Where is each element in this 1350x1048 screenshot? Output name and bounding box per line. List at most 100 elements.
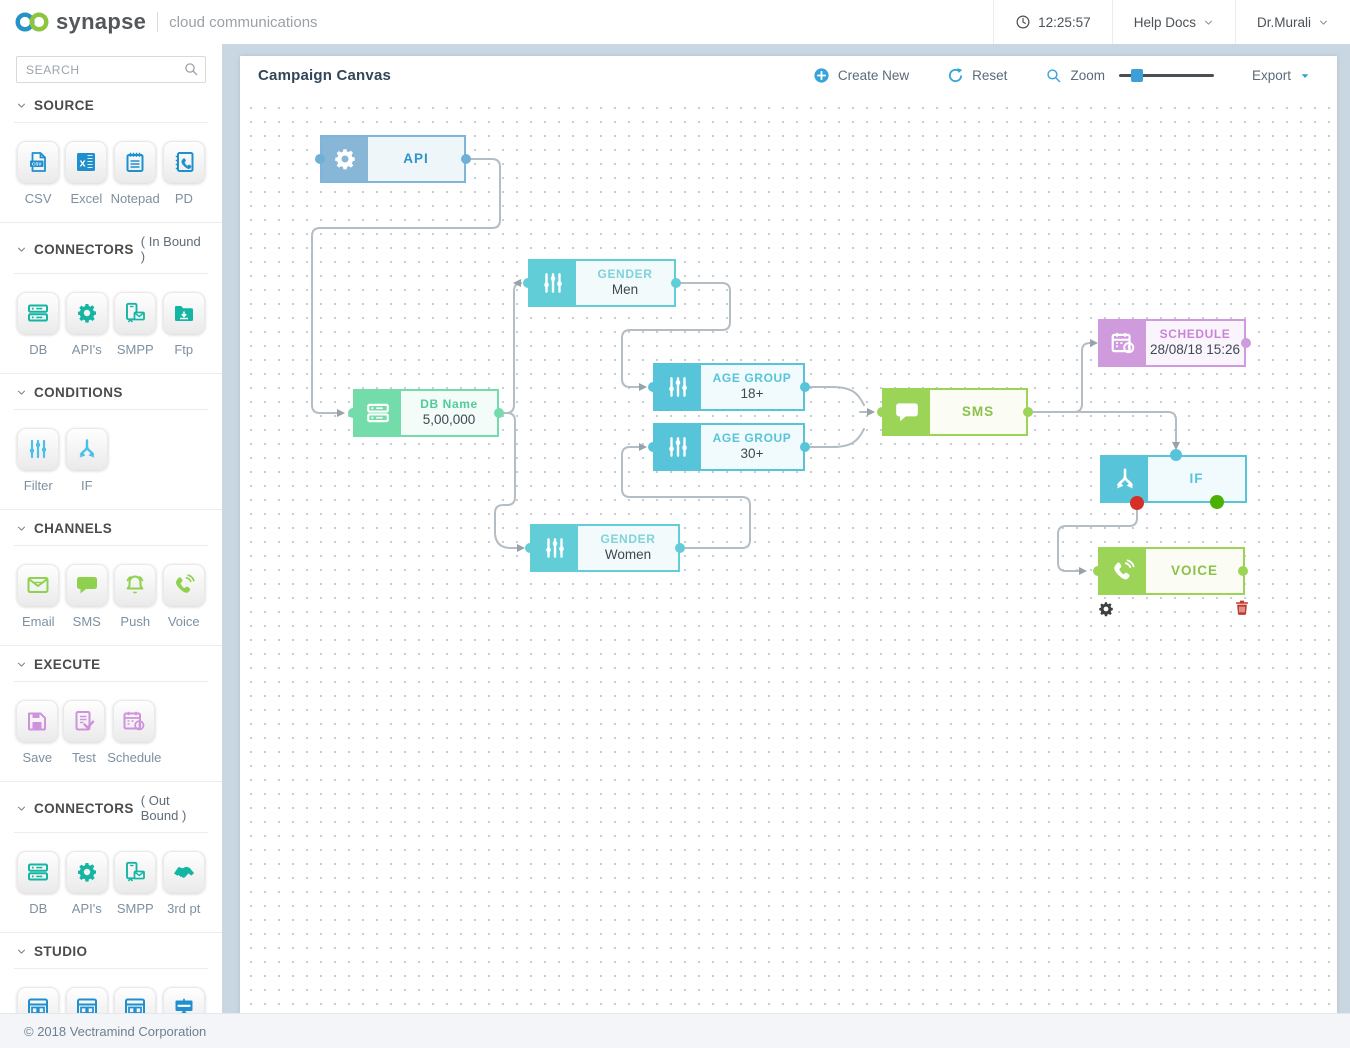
- palette-grid: DB API's SMPP Ftp: [14, 274, 208, 373]
- create-new-button[interactable]: Create New: [813, 67, 909, 84]
- palette-item-connectors-smpp[interactable]: SMPP: [111, 292, 160, 357]
- chevron-down-icon: [16, 244, 27, 255]
- palette-grid: FilterIF: [14, 410, 208, 509]
- connection-port[interactable]: [800, 442, 810, 452]
- palette-item-channels-voice[interactable]: Voice: [160, 564, 209, 629]
- palette-item-label: SMPP: [117, 901, 154, 916]
- palette-item-source-notepad[interactable]: Notepad: [111, 141, 160, 206]
- palette-item-channels-sms[interactable]: SMS: [63, 564, 112, 629]
- section-header[interactable]: EXECUTE: [14, 646, 208, 682]
- palette-item-connectors-db[interactable]: DB: [14, 292, 63, 357]
- connection-port[interactable]: [315, 154, 325, 164]
- section-header[interactable]: STUDIO: [14, 933, 208, 969]
- node-title: GENDER: [598, 267, 653, 282]
- palette-grid: CSVCSVxExcelNotepadPD: [14, 123, 208, 222]
- node-db-name[interactable]: DB Name5,00,000: [353, 389, 499, 437]
- palette-item-connectors-api-s[interactable]: API's: [63, 292, 112, 357]
- palette-item-studio-pn[interactable]: PN: [111, 987, 160, 1014]
- palette-item-connectors-3rd-pt[interactable]: 3rd pt: [160, 851, 209, 916]
- connection-port[interactable]: [1241, 338, 1251, 348]
- palette-item-studio-email[interactable]: Email: [63, 987, 112, 1014]
- connection-port[interactable]: [461, 154, 471, 164]
- palette-item-connectors-smpp[interactable]: SMPP: [111, 851, 160, 916]
- palette-item-label: Push: [120, 614, 150, 629]
- node-age-group-18[interactable]: AGE GROUP18+: [653, 363, 805, 411]
- palette-grid: DBAPI's SMPP 3rd pt: [14, 833, 208, 932]
- section-header[interactable]: SOURCE: [14, 87, 208, 123]
- reset-button[interactable]: Reset: [947, 67, 1007, 84]
- chevron-down-icon: [16, 659, 27, 670]
- section-title: CONNECTORS: [34, 242, 134, 257]
- palette-item-studio-sms[interactable]: SMS: [14, 987, 63, 1014]
- palette-item-execute-save[interactable]: Save: [14, 700, 61, 765]
- connection-port[interactable]: [671, 278, 681, 288]
- palette-item-studio-canvas[interactable]: Canvas: [160, 987, 209, 1014]
- chat-bubble-icon: [884, 390, 930, 434]
- palette-item-connectors-db[interactable]: DB: [14, 851, 63, 916]
- palette-sidebar: SOURCECSVCSVxExcelNotepadPDCONNECTORS( I…: [0, 44, 222, 1014]
- magnifier-icon: [1045, 67, 1062, 84]
- node-body: API: [368, 137, 464, 181]
- search-icon[interactable]: [183, 61, 199, 82]
- connection-port[interactable]: [648, 382, 658, 392]
- connection-port[interactable]: [1130, 496, 1144, 510]
- connection-port[interactable]: [675, 543, 685, 553]
- connection-port[interactable]: [1210, 495, 1224, 509]
- sidebar-section-connectors-out-bound: CONNECTORS( Out Bound ) DBAPI's SMPP 3rd pt: [0, 782, 222, 933]
- sidebar-section-conditions: CONDITIONSFilterIF: [0, 374, 222, 510]
- connection-port[interactable]: [523, 278, 533, 288]
- section-header[interactable]: CONNECTORS( In Bound ): [14, 223, 208, 274]
- palette-tile: [114, 851, 156, 893]
- node-if[interactable]: IF: [1100, 455, 1247, 503]
- palette-item-label: SMPP: [117, 342, 154, 357]
- node-schedule[interactable]: SCHEDULE28/08/18 15:26: [1098, 319, 1246, 367]
- connection-port[interactable]: [348, 408, 358, 418]
- user-menu[interactable]: Dr.Murali: [1235, 0, 1350, 44]
- palette-item-conditions-if[interactable]: IF: [63, 428, 112, 493]
- connection-port[interactable]: [800, 382, 810, 392]
- header-right: 12:25:57 Help Docs Dr.Murali: [993, 0, 1350, 44]
- node-gender-women[interactable]: GENDERWomen: [530, 524, 680, 572]
- node-gender-men[interactable]: GENDERMen: [528, 259, 676, 307]
- workspace-background: Campaign Canvas Create New Reset Zoom Ex…: [222, 44, 1350, 1014]
- sidebar-section-connectors-in-bound: CONNECTORS( In Bound ) DB API's SMPP Ftp: [0, 223, 222, 374]
- node-settings-button[interactable]: [1097, 600, 1115, 618]
- palette-item-channels-email[interactable]: Email: [14, 564, 63, 629]
- palette-item-label: DB: [29, 342, 47, 357]
- palette-grid: SMSEmailPNCanvas: [14, 969, 208, 1014]
- help-docs-menu[interactable]: Help Docs: [1112, 0, 1235, 44]
- connection-port[interactable]: [877, 407, 887, 417]
- export-button[interactable]: Export: [1252, 68, 1311, 83]
- node-voice[interactable]: VOICE: [1098, 547, 1245, 595]
- palette-item-label: API's: [72, 342, 102, 357]
- palette-item-source-excel[interactable]: xExcel: [62, 141, 110, 206]
- palette-item-execute-schedule[interactable]: Schedule: [107, 700, 161, 765]
- connection-port[interactable]: [494, 408, 504, 418]
- node-body: GENDERWomen: [578, 526, 678, 570]
- search-input[interactable]: [16, 56, 206, 83]
- section-header[interactable]: CONDITIONS: [14, 374, 208, 410]
- palette-item-conditions-filter[interactable]: Filter: [14, 428, 63, 493]
- section-header[interactable]: CONNECTORS( Out Bound ): [14, 782, 208, 833]
- connection-port[interactable]: [1093, 566, 1103, 576]
- connection-port[interactable]: [525, 543, 535, 553]
- palette-item-connectors-api-s[interactable]: API's: [63, 851, 112, 916]
- zoom-slider[interactable]: [1119, 74, 1214, 77]
- connection-port[interactable]: [1170, 449, 1182, 461]
- palette-item-execute-test[interactable]: Test: [61, 700, 108, 765]
- palette-item-source-pd[interactable]: PD: [160, 141, 208, 206]
- palette-item-channels-push[interactable]: Push: [111, 564, 160, 629]
- connection-port[interactable]: [1238, 566, 1248, 576]
- window-icon: [26, 996, 50, 1014]
- connection-port[interactable]: [1023, 407, 1033, 417]
- node-api[interactable]: API: [320, 135, 466, 183]
- section-header[interactable]: CHANNELS: [14, 510, 208, 546]
- palette-item-source-csv[interactable]: CSVCSV: [14, 141, 62, 206]
- node-delete-button[interactable]: [1233, 599, 1251, 617]
- canvas-area[interactable]: API GENDERMen DB Name5,00,000 AGE GROUP18+ A…: [240, 95, 1337, 1014]
- node-sms[interactable]: SMS: [882, 388, 1028, 436]
- connection-port[interactable]: [648, 442, 658, 452]
- node-age-group-30[interactable]: AGE GROUP30+: [653, 423, 805, 471]
- palette-item-connectors-ftp[interactable]: Ftp: [160, 292, 209, 357]
- zoom-slider-handle[interactable]: [1131, 69, 1143, 82]
